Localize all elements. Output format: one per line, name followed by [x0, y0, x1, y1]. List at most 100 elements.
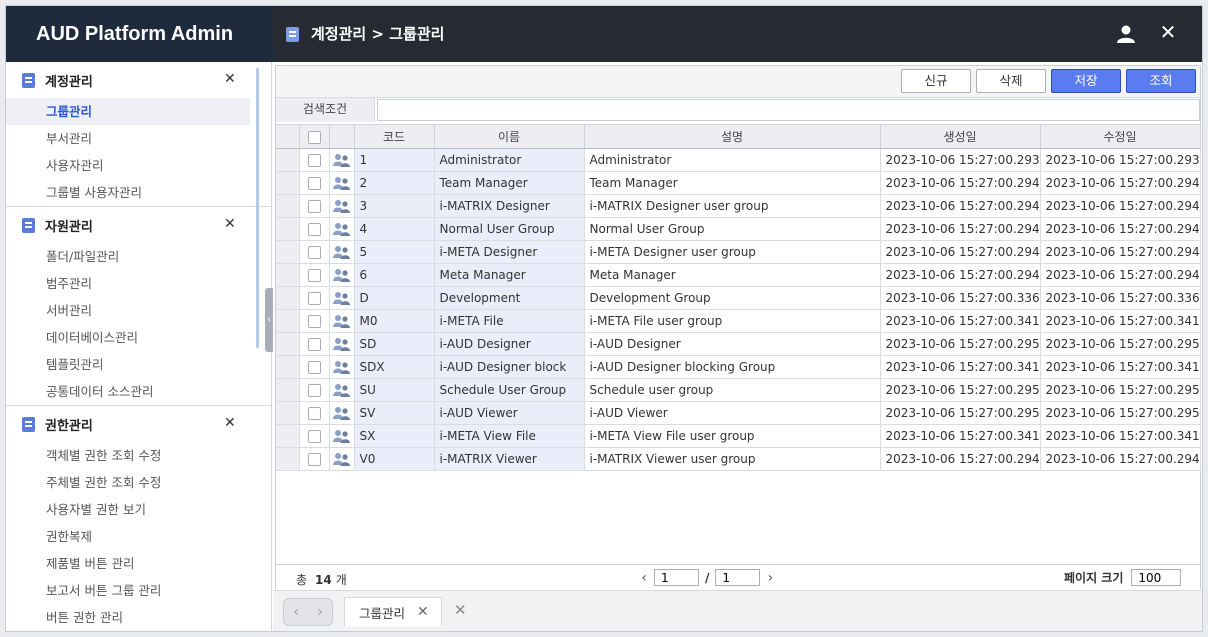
table-row[interactable]: SDX i-AUD Designer block i-AUD Designer bl…: [276, 355, 1201, 379]
delete-button[interactable]: 삭제: [976, 69, 1046, 93]
row-checkbox-cell[interactable]: [299, 424, 330, 448]
cell-modified[interactable]: 2023-10-06 15:27:00.294: [1040, 194, 1201, 218]
row-checkbox-cell[interactable]: [299, 240, 330, 264]
cell-name[interactable]: i-AUD Viewer: [434, 401, 585, 425]
cell-description[interactable]: i-MATRIX Viewer user group: [584, 447, 881, 471]
cell-name[interactable]: Development: [434, 286, 585, 310]
row-checkbox[interactable]: [307, 407, 321, 420]
cell-name[interactable]: i-META File: [434, 309, 585, 333]
cell-code[interactable]: SV: [354, 401, 435, 425]
cell-created[interactable]: 2023-10-06 15:27:00.341: [880, 309, 1041, 333]
cell-name[interactable]: i-AUD Designer: [434, 332, 585, 356]
sidebar-collapse-handle[interactable]: ‹: [265, 288, 273, 352]
cell-modified[interactable]: 2023-10-06 15:27:00.295: [1040, 332, 1201, 356]
table-row[interactable]: SD i-AUD Designer i-AUD Designer 2023-10-06…: [276, 332, 1201, 356]
cell-code[interactable]: D: [354, 286, 435, 310]
sidebar-item[interactable]: 사용자관리: [6, 152, 250, 179]
close-all-tabs-icon[interactable]: ✕: [454, 601, 467, 619]
next-page-icon[interactable]: ›: [760, 570, 780, 586]
cell-description[interactable]: Administrator: [584, 148, 881, 172]
tab-close-icon[interactable]: ✕: [417, 604, 429, 620]
cell-created[interactable]: 2023-10-06 15:27:00.294: [880, 240, 1041, 264]
sidebar-item[interactable]: 제품별 버튼 관리: [6, 550, 250, 577]
close-icon[interactable]: ✕: [1158, 20, 1178, 44]
row-checkbox[interactable]: [307, 315, 321, 328]
cell-created[interactable]: 2023-10-06 15:27:00.293: [880, 148, 1041, 172]
cell-modified[interactable]: 2023-10-06 15:27:00.341: [1040, 309, 1201, 333]
cell-name[interactable]: i-META Designer: [434, 240, 585, 264]
column-header-code[interactable]: 코드: [354, 124, 435, 149]
sidebar-group-header[interactable]: 자원관리 ✕: [6, 207, 271, 243]
search-input[interactable]: [377, 99, 1200, 121]
row-checkbox-cell[interactable]: [299, 401, 330, 425]
sidebar-item[interactable]: 범주관리: [6, 270, 250, 297]
cell-description[interactable]: i-META View File user group: [584, 424, 881, 448]
cell-code[interactable]: 2: [354, 171, 435, 195]
cell-created[interactable]: 2023-10-06 15:27:00.294: [880, 171, 1041, 195]
row-checkbox-cell[interactable]: [299, 148, 330, 172]
sidebar-group-header[interactable]: 권한관리 ✕: [6, 406, 271, 442]
row-checkbox[interactable]: [307, 246, 321, 259]
row-checkbox-cell[interactable]: [299, 263, 330, 287]
sidebar-item[interactable]: 버튼 권한 관리: [6, 604, 250, 631]
cell-name[interactable]: Meta Manager: [434, 263, 585, 287]
cell-name[interactable]: Normal User Group: [434, 217, 585, 241]
search-button[interactable]: 조회: [1126, 69, 1196, 93]
cell-modified[interactable]: 2023-10-06 15:27:00.295: [1040, 378, 1201, 402]
select-all-checkbox-cell[interactable]: [299, 124, 330, 149]
table-row[interactable]: SX i-META View File i-META View File user …: [276, 424, 1201, 448]
cell-created[interactable]: 2023-10-06 15:27:00.294: [880, 194, 1041, 218]
cell-description[interactable]: i-META File user group: [584, 309, 881, 333]
cell-name[interactable]: i-MATRIX Viewer: [434, 447, 585, 471]
table-row[interactable]: 2 Team Manager Team Manager 2023-10-06 15:2…: [276, 171, 1201, 195]
cell-created[interactable]: 2023-10-06 15:27:00.336: [880, 286, 1041, 310]
page-size-input[interactable]: [1131, 569, 1182, 586]
tab-group-management[interactable]: 그룹관리 ✕: [344, 597, 442, 626]
sidebar-item[interactable]: 보고서 버튼 그룹 관리: [6, 577, 250, 604]
cell-description[interactable]: i-META Designer user group: [584, 240, 881, 264]
table-row[interactable]: V0 i-MATRIX Viewer i-MATRIX Viewer user gr…: [276, 447, 1201, 471]
table-row[interactable]: 6 Meta Manager Meta Manager 2023-10-06 15:2…: [276, 263, 1201, 287]
row-checkbox-cell[interactable]: [299, 447, 330, 471]
row-checkbox[interactable]: [307, 292, 321, 305]
table-row[interactable]: 5 i-META Designer i-META Designer user gro…: [276, 240, 1201, 264]
cell-created[interactable]: 2023-10-06 15:27:00.294: [880, 263, 1041, 287]
row-checkbox-cell[interactable]: [299, 332, 330, 356]
table-row[interactable]: 4 Normal User Group Normal User Group 2023-…: [276, 217, 1201, 241]
sidebar-scrollbar[interactable]: [256, 68, 259, 348]
cell-description[interactable]: i-AUD Viewer: [584, 401, 881, 425]
close-icon[interactable]: ✕: [224, 415, 236, 431]
column-header-created[interactable]: 생성일: [880, 124, 1041, 149]
cell-code[interactable]: M0: [354, 309, 435, 333]
sidebar-item[interactable]: 부서관리: [6, 125, 250, 152]
save-button[interactable]: 저장: [1051, 69, 1121, 93]
close-icon[interactable]: ✕: [224, 71, 236, 87]
cell-description[interactable]: i-AUD Designer blocking Group: [584, 355, 881, 379]
table-row[interactable]: SV i-AUD Viewer i-AUD Viewer 2023-10-06 15:…: [276, 401, 1201, 425]
cell-code[interactable]: 3: [354, 194, 435, 218]
page-input[interactable]: [654, 569, 699, 586]
cell-description[interactable]: Normal User Group: [584, 217, 881, 241]
sidebar-group-header[interactable]: 계정관리 ✕: [6, 62, 271, 98]
cell-code[interactable]: SD: [354, 332, 435, 356]
row-checkbox[interactable]: [307, 338, 321, 351]
cell-code[interactable]: V0: [354, 447, 435, 471]
cell-modified[interactable]: 2023-10-06 15:27:00.294: [1040, 217, 1201, 241]
cell-name[interactable]: Administrator: [434, 148, 585, 172]
cell-modified[interactable]: 2023-10-06 15:27:00.294: [1040, 171, 1201, 195]
sidebar-item[interactable]: 템플릿관리: [6, 351, 250, 378]
cell-modified[interactable]: 2023-10-06 15:27:00.293: [1040, 148, 1201, 172]
table-row[interactable]: M0 i-META File i-META File user group 2023-…: [276, 309, 1201, 333]
row-checkbox[interactable]: [307, 384, 321, 397]
table-row[interactable]: D Development Development Group 2023-10-06 …: [276, 286, 1201, 310]
row-checkbox[interactable]: [307, 154, 321, 167]
table-row[interactable]: 3 i-MATRIX Designer i-MATRIX Designer user…: [276, 194, 1201, 218]
cell-modified[interactable]: 2023-10-06 15:27:00.336: [1040, 286, 1201, 310]
cell-name[interactable]: Schedule User Group: [434, 378, 585, 402]
row-checkbox-cell[interactable]: [299, 309, 330, 333]
sidebar-item[interactable]: 폴더/파일관리: [6, 243, 250, 270]
column-header-description[interactable]: 설명: [584, 124, 881, 149]
sidebar-item[interactable]: 객체별 권한 조회 수정: [6, 442, 250, 469]
cell-description[interactable]: Schedule user group: [584, 378, 881, 402]
row-checkbox-cell[interactable]: [299, 217, 330, 241]
